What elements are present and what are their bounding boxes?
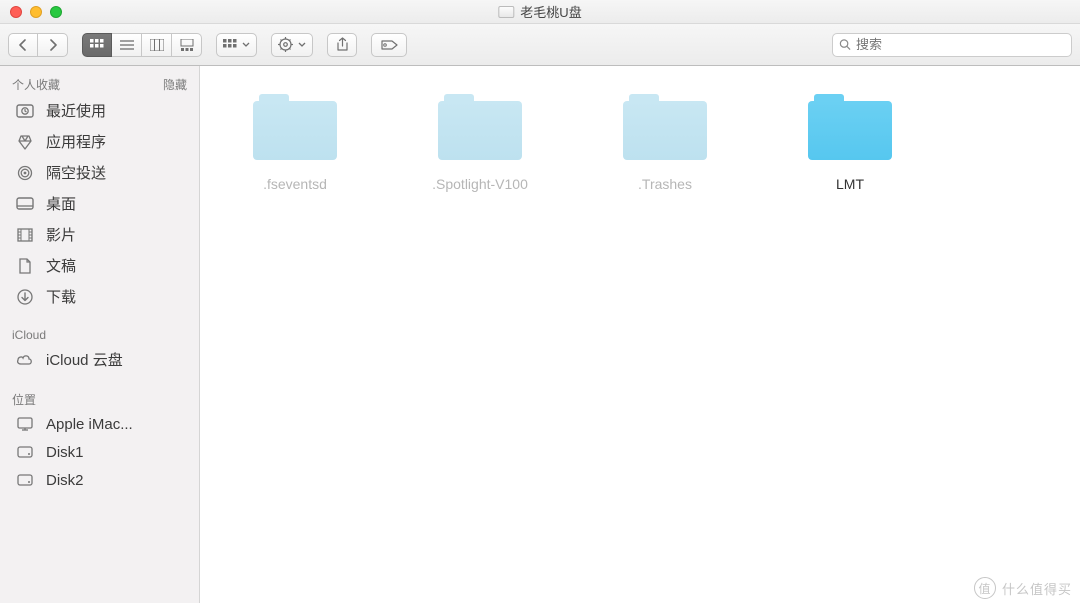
list-view-button[interactable] (112, 33, 142, 57)
share-group (327, 33, 357, 57)
sidebar-item-label: Disk1 (46, 444, 84, 461)
gallery-icon (180, 39, 194, 51)
view-buttons (82, 33, 202, 57)
folder-label: LMT (836, 176, 864, 192)
desktop-icon (14, 195, 36, 213)
clock-icon (14, 102, 36, 120)
search-field[interactable] (832, 33, 1072, 57)
sidebar-item[interactable]: 桌面 (0, 188, 199, 219)
watermark-text: 什么值得买 (1002, 579, 1072, 598)
sidebar-section-title: 位置 (12, 391, 36, 408)
window-controls (0, 6, 62, 18)
sidebar-section-header: iCloud (0, 324, 199, 344)
folder-item[interactable]: .fseventsd (230, 94, 360, 192)
sidebar-section-title: iCloud (12, 328, 46, 342)
downloads-icon (14, 288, 36, 306)
sidebar-item-label: 桌面 (46, 193, 76, 214)
gallery-view-button[interactable] (172, 33, 202, 57)
window-title-text: 老毛桃U盘 (520, 2, 581, 21)
grid-icon (90, 39, 104, 51)
sidebar-item[interactable]: 应用程序 (0, 126, 199, 157)
sidebar-section-header: 位置 (0, 387, 199, 410)
title-bar: 老毛桃U盘 (0, 0, 1080, 24)
tag-icon (380, 39, 398, 51)
watermark-logo-icon: 值 (974, 577, 996, 599)
sidebar-item[interactable]: Disk1 (0, 438, 199, 466)
hdd-icon (14, 471, 36, 489)
folder-label: .Trashes (638, 176, 692, 192)
sidebar-item-label: iCloud 云盘 (46, 349, 123, 370)
tags-button[interactable] (371, 33, 407, 57)
columns-icon (150, 39, 164, 51)
hdd-icon (14, 443, 36, 461)
apps-icon (14, 133, 36, 151)
forward-button[interactable] (38, 33, 68, 57)
search-icon (839, 38, 851, 51)
main-area: 个人收藏 隐藏最近使用应用程序隔空投送桌面影片文稿下载 iCloudiCloud 云… (0, 66, 1080, 603)
movies-icon (14, 226, 36, 244)
icon-view-button[interactable] (82, 33, 112, 57)
arrange-icon (223, 39, 237, 51)
cloud-icon (14, 351, 36, 369)
action-group (271, 33, 313, 57)
toolbar (0, 24, 1080, 66)
folder-item[interactable]: .Trashes (600, 94, 730, 192)
maximize-window-button[interactable] (50, 6, 62, 18)
sidebar-item[interactable]: 影片 (0, 219, 199, 250)
tags-group (371, 33, 407, 57)
sidebar-item-label: 最近使用 (46, 100, 106, 121)
minimize-window-button[interactable] (30, 6, 42, 18)
folder-item[interactable]: .Spotlight-V100 (415, 94, 545, 192)
chevron-left-icon (18, 39, 28, 51)
share-button[interactable] (327, 33, 357, 57)
sidebar-item-label: 应用程序 (46, 131, 106, 152)
folder-label: .fseventsd (263, 176, 327, 192)
sidebar-section-title: 个人收藏 (12, 76, 60, 93)
sidebar-hide-button[interactable]: 隐藏 (163, 76, 187, 93)
arrange-button[interactable] (216, 33, 257, 57)
folder-label: .Spotlight-V100 (432, 176, 528, 192)
sidebar-item[interactable]: Disk2 (0, 466, 199, 494)
search-input[interactable] (856, 37, 1065, 52)
folder-icon (623, 94, 707, 160)
folder-item[interactable]: LMT (785, 94, 915, 192)
chevron-down-icon (242, 42, 250, 48)
chevron-right-icon (48, 39, 58, 51)
folder-icon (438, 94, 522, 160)
sidebar: 个人收藏 隐藏最近使用应用程序隔空投送桌面影片文稿下载 iCloudiCloud 云… (0, 66, 200, 603)
folder-icon (808, 94, 892, 160)
chevron-down-icon (298, 42, 306, 48)
docs-icon (14, 257, 36, 275)
sidebar-item-label: 下载 (46, 286, 76, 307)
gear-icon (278, 37, 293, 52)
column-view-button[interactable] (142, 33, 172, 57)
sidebar-item[interactable]: Apple iMac... (0, 410, 199, 438)
navigation-buttons (8, 33, 68, 57)
share-icon (336, 37, 349, 52)
sidebar-item-label: 隔空投送 (46, 162, 106, 183)
sidebar-item-label: Apple iMac... (46, 416, 133, 433)
disk-icon (498, 6, 514, 18)
sidebar-item[interactable]: 文稿 (0, 250, 199, 281)
sidebar-item[interactable]: iCloud 云盘 (0, 344, 199, 375)
airdrop-icon (14, 164, 36, 182)
sidebar-item[interactable]: 最近使用 (0, 95, 199, 126)
close-window-button[interactable] (10, 6, 22, 18)
folder-icon (253, 94, 337, 160)
sidebar-item[interactable]: 下载 (0, 281, 199, 312)
sidebar-section-header: 个人收藏 隐藏 (0, 72, 199, 95)
sidebar-item-label: 影片 (46, 224, 76, 245)
sidebar-item[interactable]: 隔空投送 (0, 157, 199, 188)
back-button[interactable] (8, 33, 38, 57)
sidebar-item-label: 文稿 (46, 255, 76, 276)
window-title: 老毛桃U盘 (498, 2, 581, 21)
computer-icon (14, 415, 36, 433)
action-button[interactable] (271, 33, 313, 57)
content-area[interactable]: .fseventsd .Spotlight-V100 .Trashes LMT (200, 66, 1080, 603)
watermark: 值 什么值得买 (974, 577, 1072, 599)
sidebar-item-label: Disk2 (46, 472, 84, 489)
list-icon (120, 39, 134, 51)
arrange-group (216, 33, 257, 57)
